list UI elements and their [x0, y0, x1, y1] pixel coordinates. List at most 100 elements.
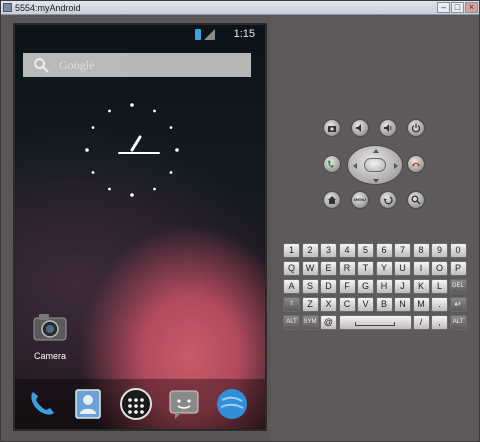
key-delete[interactable]: DEL [449, 279, 467, 294]
dpad-up-arrow[interactable] [373, 149, 379, 153]
title-bar[interactable]: 5554:myAndroid – □ × [1, 1, 479, 15]
key-e[interactable]: E [320, 261, 337, 276]
volume-up-icon [384, 124, 392, 132]
home-button[interactable] [323, 191, 341, 209]
keyboard-row-zxcv: ⇧ Z X C V B N M . ↵ [283, 297, 469, 313]
key-o[interactable]: O [431, 261, 448, 276]
volume-up-button[interactable] [379, 119, 397, 137]
key-q[interactable]: Q [283, 261, 300, 276]
camera-icon [33, 314, 67, 341]
messaging-icon[interactable] [167, 387, 201, 421]
key-v[interactable]: V [357, 297, 374, 312]
directional-pad[interactable] [347, 145, 403, 185]
key-s[interactable]: S [301, 279, 319, 294]
key-1[interactable]: 1 [283, 243, 300, 258]
camera-shortcut[interactable]: Camera [25, 313, 75, 367]
key-5[interactable]: 5 [357, 243, 374, 258]
space-bar-icon [355, 322, 395, 326]
dock [15, 379, 265, 429]
power-icon [411, 123, 421, 133]
key-2[interactable]: 2 [301, 243, 319, 258]
volume-down-button[interactable] [351, 119, 369, 137]
key-3[interactable]: 3 [320, 243, 337, 258]
key-j[interactable]: J [394, 279, 411, 294]
key-enter[interactable]: ↵ [449, 297, 467, 312]
key-y[interactable]: Y [375, 261, 393, 276]
key-a[interactable]: A [283, 279, 300, 294]
search-button[interactable] [407, 191, 425, 209]
menu-label: MENU [354, 197, 366, 202]
key-h[interactable]: H [375, 279, 393, 294]
call-button[interactable] [323, 155, 341, 173]
dpad-left-arrow[interactable] [353, 163, 357, 169]
contacts-icon[interactable] [71, 387, 105, 421]
maximize-button[interactable]: □ [451, 2, 464, 13]
camera-button[interactable] [323, 119, 341, 137]
key-p[interactable]: P [449, 261, 467, 276]
emulator-controls: MENU 1 2 3 4 5 6 7 8 9 0 Q W E R T Y U I… [271, 17, 479, 441]
key-slash[interactable]: / [412, 315, 430, 330]
key-w[interactable]: W [301, 261, 319, 276]
back-icon [383, 196, 393, 205]
key-b[interactable]: B [375, 297, 393, 312]
end-call-icon [412, 162, 420, 167]
close-button[interactable]: × [465, 2, 478, 13]
key-c[interactable]: C [338, 297, 356, 312]
minimize-button[interactable]: – [437, 2, 450, 13]
key-m[interactable]: M [412, 297, 430, 312]
app-icon [3, 3, 12, 12]
search-label: Google [59, 58, 95, 72]
key-at[interactable]: @ [320, 315, 337, 330]
key-6[interactable]: 6 [375, 243, 393, 258]
status-bar[interactable]: 1:15 [15, 25, 265, 43]
device-screen[interactable]: 1:15 Google Camera [13, 23, 267, 431]
call-icon [328, 160, 334, 168]
key-period[interactable]: . [431, 297, 448, 312]
key-t[interactable]: T [357, 261, 374, 276]
phone-icon[interactable] [25, 387, 59, 421]
key-4[interactable]: 4 [338, 243, 356, 258]
key-8[interactable]: 8 [412, 243, 430, 258]
emulator-window: 5554:myAndroid – □ × 1:15 Google Camera … [0, 0, 480, 442]
key-x[interactable]: X [320, 297, 337, 312]
dpad-right-arrow[interactable] [394, 163, 398, 169]
key-alt-right[interactable]: ALT [449, 315, 467, 330]
key-k[interactable]: K [412, 279, 430, 294]
key-r[interactable]: R [338, 261, 356, 276]
dpad-center-button[interactable] [364, 158, 386, 172]
status-clock: 1:15 [233, 28, 255, 40]
key-alt-left[interactable]: ALT [283, 315, 300, 330]
google-search-bar[interactable]: Google [23, 53, 251, 77]
key-sym[interactable]: SYM [301, 315, 319, 330]
key-7[interactable]: 7 [394, 243, 411, 258]
all-apps-icon[interactable] [119, 387, 153, 421]
camera-icon [328, 126, 336, 132]
key-z[interactable]: Z [301, 297, 319, 312]
browser-icon[interactable] [215, 387, 249, 421]
key-d[interactable]: D [320, 279, 337, 294]
window-title: 5554:myAndroid [15, 3, 81, 13]
key-0[interactable]: 0 [449, 243, 467, 258]
key-shift[interactable]: ⇧ [283, 297, 300, 312]
status-icons [195, 29, 219, 40]
power-button[interactable] [407, 119, 425, 137]
key-u[interactable]: U [394, 261, 411, 276]
key-g[interactable]: G [357, 279, 374, 294]
analog-clock-widget[interactable] [77, 95, 187, 205]
key-l[interactable]: L [431, 279, 448, 294]
key-i[interactable]: I [412, 261, 430, 276]
keyboard-row-bottom: ALT SYM @ / , ALT [283, 315, 469, 331]
dpad-down-arrow[interactable] [373, 179, 379, 183]
menu-button[interactable]: MENU [351, 191, 369, 209]
wallpaper [15, 25, 265, 429]
back-button[interactable] [379, 191, 397, 209]
key-9[interactable]: 9 [431, 243, 448, 258]
key-space[interactable] [338, 315, 412, 330]
volume-down-icon [356, 124, 361, 132]
key-f[interactable]: F [338, 279, 356, 294]
end-call-button[interactable] [407, 155, 425, 173]
search-icon [34, 58, 49, 73]
key-comma[interactable]: , [431, 315, 448, 330]
key-n[interactable]: N [394, 297, 411, 312]
search-icon [411, 195, 421, 205]
